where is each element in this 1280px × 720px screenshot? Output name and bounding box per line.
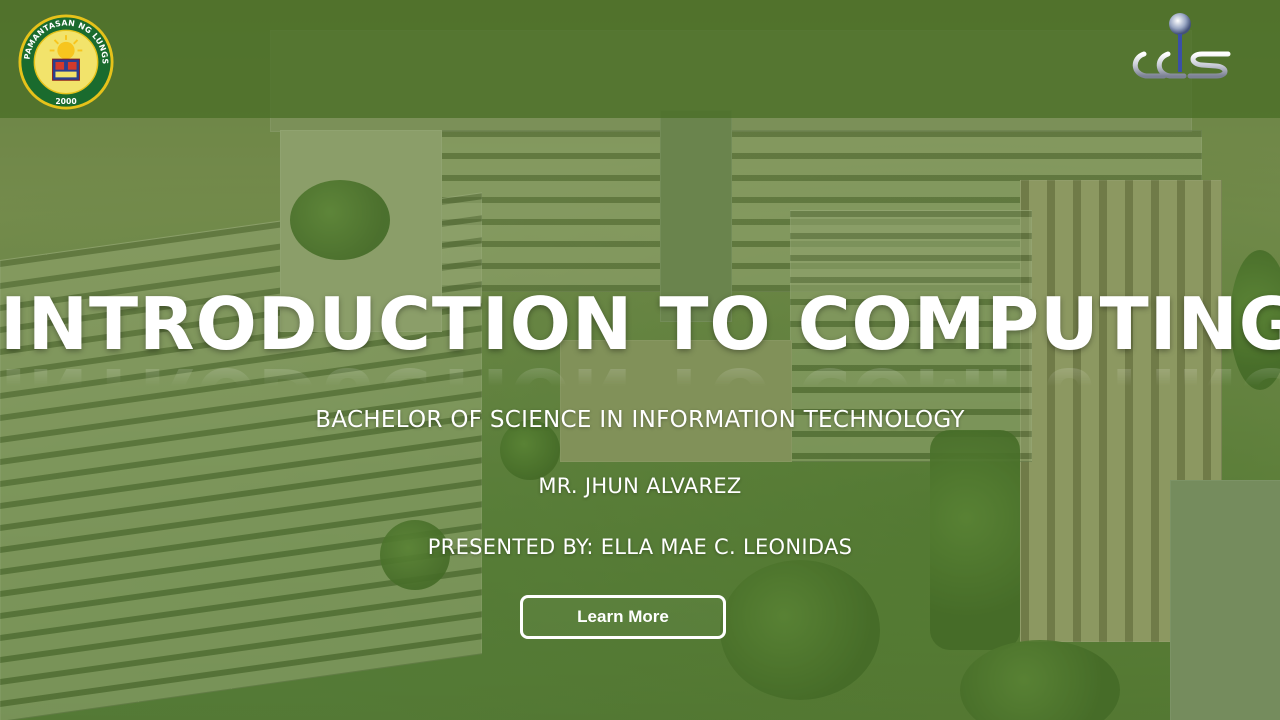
degree-program: BACHELOR OF SCIENCE IN INFORMATION TECHN…: [315, 407, 965, 433]
title-reflection: INTRODUCTION TO COMPUTING: [0, 352, 1280, 386]
instructor-name: MR. JHUN ALVAREZ: [538, 474, 742, 498]
presenter-name: PRESENTED BY: ELLA MAE C. LEONIDAS: [427, 535, 853, 559]
title-reflection-text: INTRODUCTION TO COMPUTING: [0, 352, 1280, 386]
header-bar: [0, 0, 1280, 118]
seal-year: 2000: [55, 97, 76, 106]
school-seal-icon: PAMANTASAN NG LUNGSOD NG PASIG 2000: [18, 14, 114, 110]
hero-slide: PAMANTASAN NG LUNGSOD NG PASIG 2000: [0, 0, 1280, 720]
title-block: INTRODUCTION TO COMPUTING INTRODUCTION T…: [0, 282, 1280, 386]
learn-more-button[interactable]: Learn More: [520, 595, 726, 639]
ccs-logo-icon: [1132, 13, 1231, 79]
